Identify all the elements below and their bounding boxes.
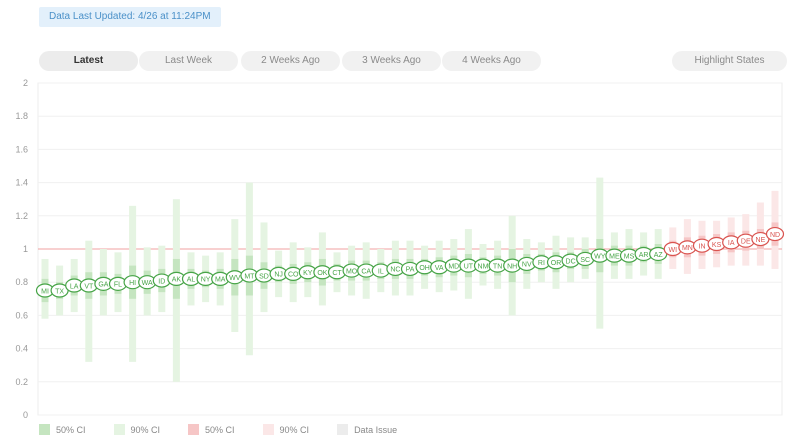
- state-label: TX: [55, 288, 64, 295]
- state-label: VA: [435, 265, 444, 272]
- y-tick-label: 1.8: [15, 111, 28, 121]
- state-label: SD: [259, 273, 269, 280]
- state-label: WA: [142, 280, 153, 287]
- legend-label: 90% CI: [130, 424, 161, 435]
- rt-chart: 0 0.2 0.4 0.6 0.8 1 1.2 1.4 1.6 1.8 2 MI TX LA VT GA FL H…: [15, 78, 785, 420]
- legend-swatch: [188, 424, 200, 435]
- state-label: MD: [448, 263, 459, 270]
- state-label: TN: [493, 263, 502, 270]
- state-label: ND: [770, 232, 780, 239]
- state-label: ME: [609, 253, 620, 260]
- state-label: UT: [464, 263, 474, 270]
- state-label: NC: [390, 267, 400, 274]
- state-label: KS: [712, 242, 722, 249]
- state-label: DC: [566, 258, 576, 265]
- ci90-bar: [85, 240, 93, 362]
- y-tick-label: 0: [23, 410, 28, 420]
- legend: 50% CI 90% CI 50% CI 90% CI Data Issue: [39, 424, 425, 435]
- state-label: RI: [538, 260, 545, 267]
- state-label: FL: [114, 282, 122, 289]
- tab-latest[interactable]: Latest: [39, 51, 138, 71]
- y-tick-label: 0.2: [15, 377, 28, 387]
- state-label: KY: [303, 270, 313, 277]
- legend-label: Data Issue: [354, 424, 398, 435]
- state-label: IN: [699, 243, 706, 250]
- state-label: CO: [288, 272, 299, 279]
- state-label: MS: [624, 253, 635, 260]
- state-label: CA: [361, 268, 371, 275]
- legend-item-data-issue: Data Issue: [337, 424, 397, 435]
- legend-item-green-50: 50% CI: [39, 424, 86, 435]
- tab-4-weeks-ago[interactable]: 4 Weeks Ago: [442, 51, 541, 71]
- state-label: NV: [522, 262, 532, 269]
- y-tick-label: 0.8: [15, 277, 28, 287]
- state-label: AK: [172, 277, 182, 284]
- state-label: OR: [551, 260, 562, 267]
- last-updated-banner: Data Last Updated: 4/26 at 11:24PM: [39, 7, 221, 27]
- state-label: HI: [129, 280, 136, 287]
- state-label: OK: [317, 270, 327, 277]
- legend-swatch: [262, 424, 274, 435]
- state-label: VT: [84, 283, 94, 290]
- state-label: AZ: [654, 252, 664, 259]
- state-label: NJ: [274, 272, 283, 279]
- state-label: NY: [201, 277, 211, 284]
- state-label: WV: [229, 275, 241, 282]
- highlight-states-button[interactable]: Highlight States: [672, 51, 787, 71]
- state-label: NE: [756, 237, 766, 244]
- y-tick-label: 0.4: [15, 344, 28, 354]
- legend-swatch: [113, 424, 125, 435]
- legend-item-red-50: 50% CI: [188, 424, 235, 435]
- legend-label: 50% CI: [205, 424, 235, 435]
- state-label: OH: [419, 265, 430, 272]
- state-label: IA: [728, 240, 735, 247]
- state-label: MO: [346, 268, 358, 275]
- state-label: ID: [158, 278, 165, 285]
- state-label: GA: [98, 282, 108, 289]
- legend-item-green-90: 90% CI: [113, 424, 161, 435]
- state-label: AL: [187, 277, 196, 284]
- state-label: AR: [639, 252, 649, 259]
- legend-label: 50% CI: [56, 424, 86, 435]
- state-label: SC: [580, 257, 590, 264]
- y-tick-label: 1: [23, 244, 28, 254]
- state-label: WY: [594, 253, 606, 260]
- state-label: NM: [478, 263, 489, 270]
- state-label: WI: [669, 247, 678, 254]
- tab-last-week[interactable]: Last Week: [139, 51, 238, 71]
- legend-swatch: [39, 424, 50, 435]
- y-tick-label: 1.2: [15, 211, 28, 221]
- tab-3-weeks-ago[interactable]: 3 Weeks Ago: [342, 51, 441, 71]
- state-label: DE: [741, 239, 751, 246]
- state-label: CT: [332, 270, 342, 277]
- y-tick-label: 2: [23, 78, 28, 88]
- state-label: PA: [406, 267, 415, 274]
- state-label: MA: [215, 277, 226, 284]
- legend-swatch: [337, 424, 349, 435]
- state-label: NH: [507, 263, 517, 270]
- state-label: IL: [378, 268, 384, 275]
- tab-2-weeks-ago[interactable]: 2 Weeks Ago: [241, 51, 340, 71]
- legend-item-red-90: 90% CI: [262, 424, 310, 435]
- y-tick-label: 0.6: [15, 310, 28, 320]
- state-label: MI: [41, 288, 49, 295]
- y-tick-label: 1.6: [15, 144, 28, 154]
- legend-label: 90% CI: [279, 424, 310, 435]
- state-label: MN: [682, 245, 693, 252]
- state-label: MT: [244, 273, 255, 280]
- y-tick-label: 1.4: [15, 178, 28, 188]
- state-label: LA: [70, 283, 79, 290]
